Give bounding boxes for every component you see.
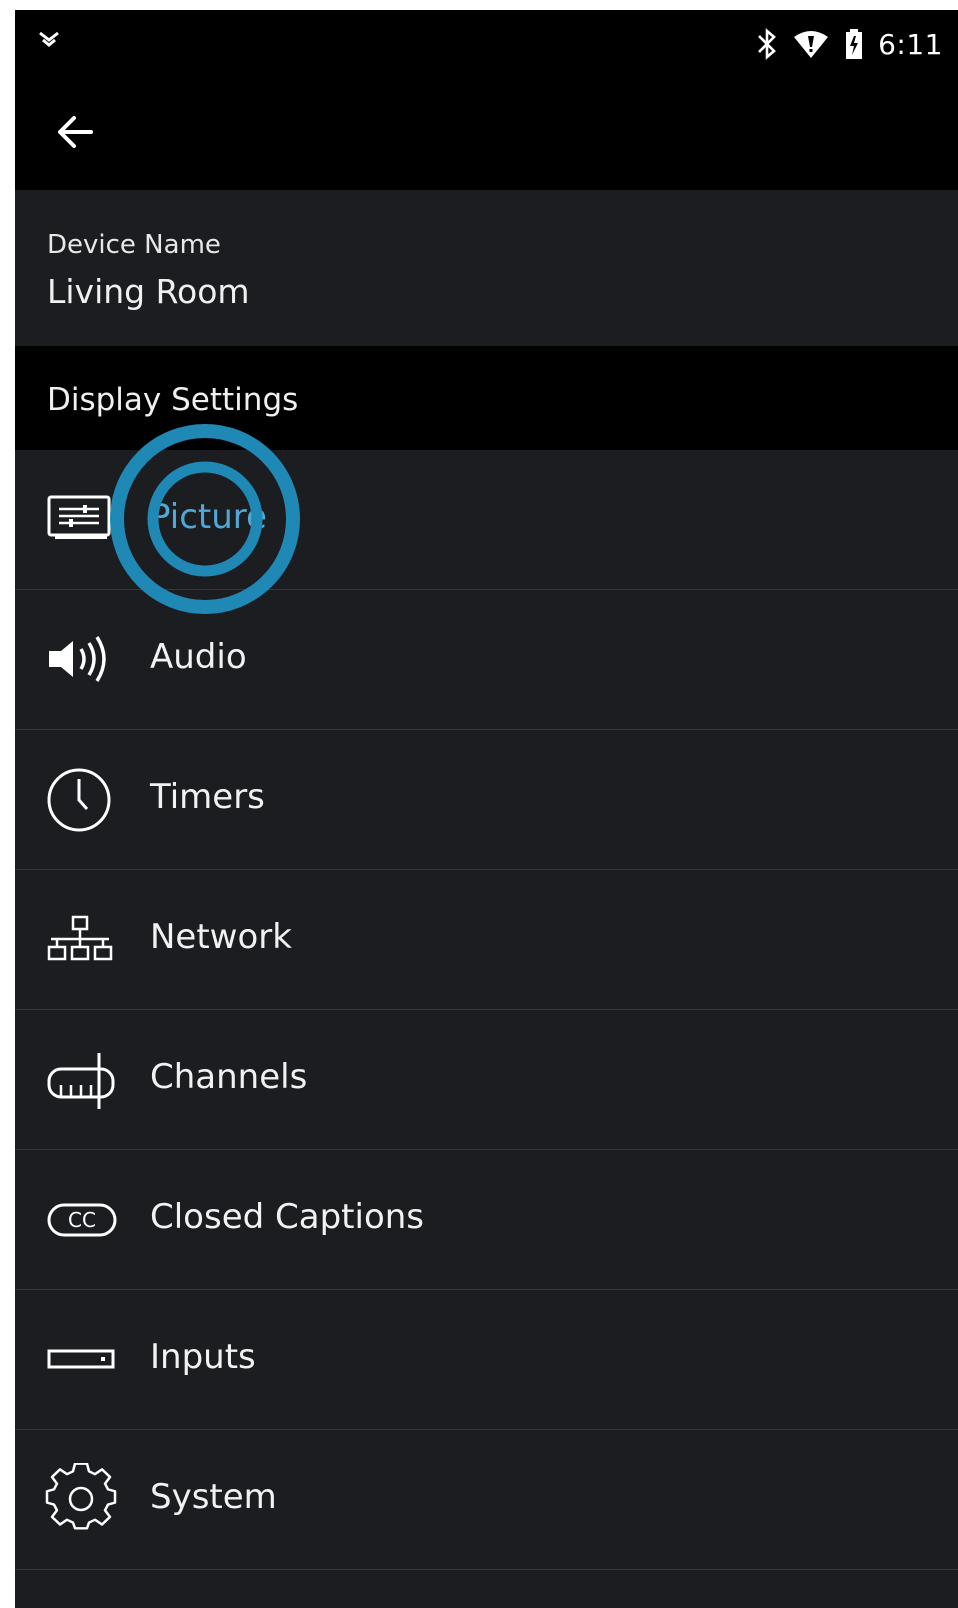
menu-item-timers[interactable]: Timers bbox=[15, 730, 958, 870]
back-button[interactable] bbox=[49, 106, 101, 158]
menu-item-label: Network bbox=[150, 917, 292, 957]
menu-item-network[interactable]: Network bbox=[15, 870, 958, 1010]
closed-captions-icon: CC bbox=[47, 1203, 117, 1237]
menu-item-label: Closed Captions bbox=[150, 1197, 425, 1237]
menu-item-label: Picture bbox=[150, 497, 267, 537]
settings-list: Picture Audio Timers Network Channels CC… bbox=[15, 450, 958, 1570]
menu-item-closed-captions[interactable]: CC Closed Captions bbox=[15, 1150, 958, 1290]
arrow-left-icon bbox=[58, 116, 93, 148]
device-name-row[interactable]: Device Name Living Room bbox=[15, 190, 958, 346]
device-name-label: Device Name bbox=[47, 230, 221, 260]
menu-item-label: Inputs bbox=[150, 1337, 256, 1377]
status-time: 6:11 bbox=[878, 27, 943, 61]
menu-item-picture[interactable]: Picture bbox=[15, 450, 958, 590]
menu-item-label: Channels bbox=[150, 1057, 308, 1097]
menu-item-audio[interactable]: Audio bbox=[15, 590, 958, 730]
antenna-icon bbox=[47, 1053, 115, 1109]
battery-icon bbox=[846, 29, 863, 59]
wifi-icon bbox=[794, 31, 829, 58]
screen: 6:11 Device Name Living Room Display Set… bbox=[15, 10, 958, 1608]
clock-icon bbox=[47, 768, 111, 832]
app-bar bbox=[15, 76, 958, 190]
input-port-icon bbox=[47, 1349, 115, 1369]
notification-chevron-icon bbox=[39, 31, 59, 47]
menu-item-inputs[interactable]: Inputs bbox=[15, 1290, 958, 1430]
menu-item-label: Timers bbox=[150, 777, 265, 817]
menu-item-label: System bbox=[150, 1477, 277, 1517]
status-bar: 6:11 bbox=[15, 10, 958, 76]
menu-item-channels[interactable]: Channels bbox=[15, 1010, 958, 1150]
gear-icon bbox=[45, 1463, 117, 1530]
picture-icon bbox=[47, 495, 111, 539]
menu-item-label: Audio bbox=[150, 637, 247, 677]
speaker-icon bbox=[49, 636, 106, 682]
menu-item-system[interactable]: System bbox=[15, 1430, 958, 1570]
device-name-value: Living Room bbox=[47, 272, 250, 311]
svg-text:CC: CC bbox=[68, 1208, 96, 1232]
network-icon bbox=[47, 915, 113, 961]
bluetooth-icon bbox=[758, 28, 777, 60]
section-header: Display Settings bbox=[15, 346, 958, 450]
section-title: Display Settings bbox=[47, 382, 299, 418]
